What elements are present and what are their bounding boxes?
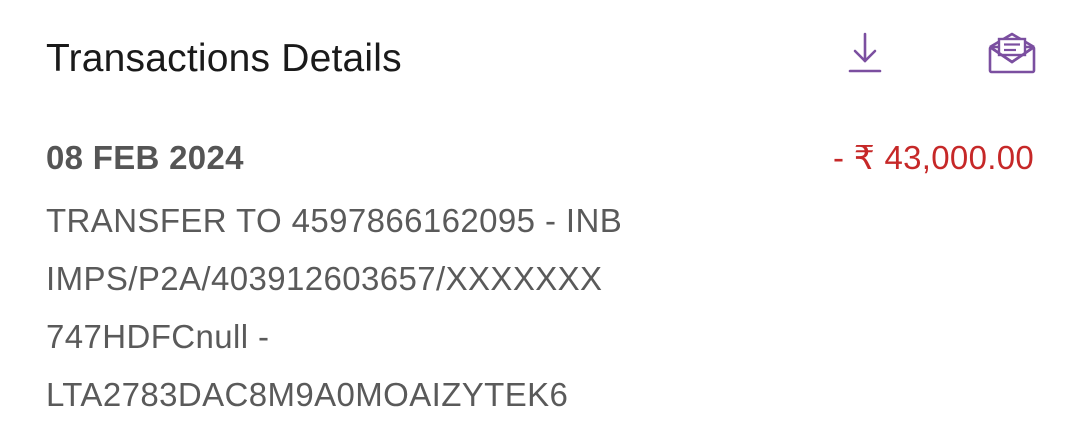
description-line: 747HDFCnull - [46, 318, 270, 355]
transaction-date: 08 FEB 2024 [46, 139, 244, 176]
transaction-amount: - ₹ 43,000.00 [832, 139, 1034, 176]
header-bar: Transactions Details [0, 0, 1080, 110]
description-line: IMPS/P2A/403912603657/XXXXXXX [46, 260, 603, 297]
transaction-description: TRANSFER TO 4597866162095 - INB IMPS/P2A… [46, 192, 766, 424]
email-icon [988, 32, 1036, 74]
download-button[interactable] [837, 25, 893, 81]
description-line: TRANSFER TO 4597866162095 - INB [46, 202, 623, 239]
download-icon [848, 32, 882, 73]
description-line: LTA2783DAC8M9A0MOAIZYTEK6 [46, 376, 569, 413]
page-title: Transactions Details [46, 37, 402, 80]
email-button[interactable] [984, 25, 1040, 81]
